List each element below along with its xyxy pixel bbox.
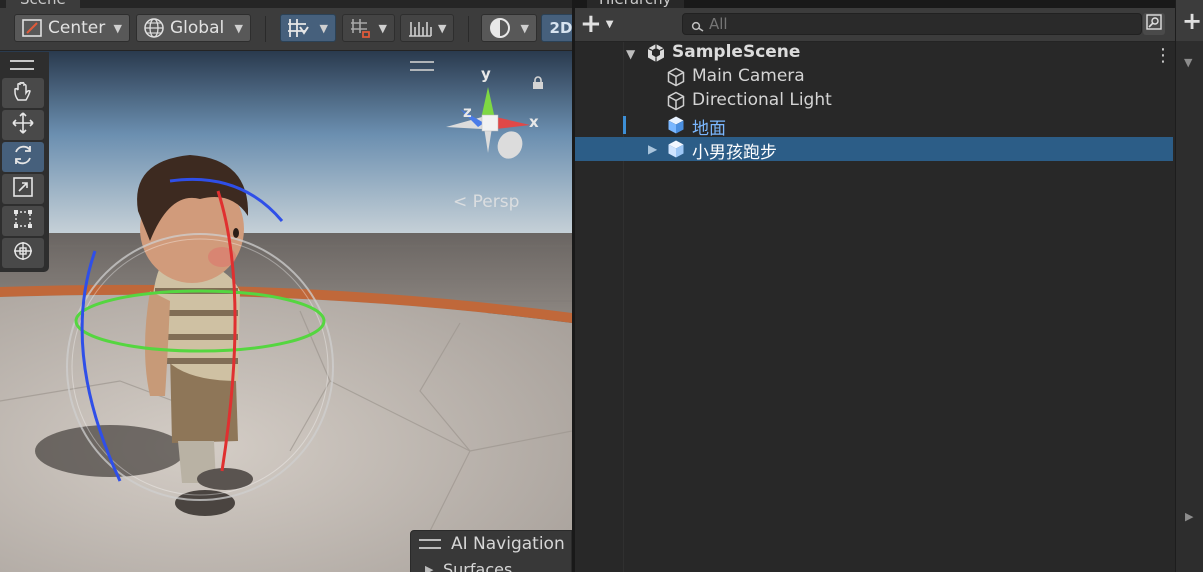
hierarchy-item-ground[interactable]: 地面 xyxy=(575,113,1175,139)
hierarchy-item-directional-light[interactable]: Directional Light xyxy=(575,89,1175,113)
chevron-right-icon[interactable]: ▶ xyxy=(648,142,657,156)
chevron-down-icon: ▼ xyxy=(113,21,122,35)
ruler-toggle[interactable]: ▼ xyxy=(400,14,454,42)
shading-sphere-icon xyxy=(488,16,512,40)
scene-name: SampleScene xyxy=(672,42,801,62)
move-icon xyxy=(11,111,35,139)
scale-icon xyxy=(12,176,34,202)
item-label: Directional Light xyxy=(692,90,832,110)
gameobject-icon xyxy=(666,67,686,87)
tool-palette xyxy=(0,52,49,272)
gameobject-icon xyxy=(666,91,686,111)
scroll-right-arrow-icon[interactable]: ▶ xyxy=(1185,510,1193,523)
ruler-icon xyxy=(407,18,433,38)
transform-tool-button[interactable] xyxy=(2,238,44,268)
hierarchy-tree: ▼ SampleScene ⋮ Main Camera Directional … xyxy=(575,41,1175,572)
tab-scene[interactable]: Scene xyxy=(6,0,80,8)
space-mode-dropdown[interactable]: Global ▼ xyxy=(136,14,251,42)
scene-row[interactable]: ▼ SampleScene ⋮ xyxy=(575,41,1175,66)
ai-navigation-overlay[interactable]: AI Navigation ▶ Surfaces xyxy=(410,530,572,572)
transform-icon xyxy=(11,239,35,267)
hand-icon xyxy=(12,80,34,106)
gizmo-axis-x: x xyxy=(529,113,539,131)
rect-icon xyxy=(12,208,34,234)
scene-toolbar: Center ▼ Global ▼ ▼ ▼ ▼ ▼ 2D xyxy=(0,8,572,51)
2d-mode-toggle[interactable]: 2D xyxy=(541,14,572,42)
gizmo-axis-y: y xyxy=(481,65,491,83)
snap-increment-icon xyxy=(349,17,373,39)
chevron-down-icon: ▼ xyxy=(234,21,243,35)
ai-navigation-title: AI Navigation xyxy=(451,534,565,554)
scene-tab-bar: Scene xyxy=(0,0,572,8)
surfaces-foldout[interactable]: Surfaces xyxy=(443,560,512,572)
strip-toolbar: + xyxy=(1176,0,1203,41)
chevron-down-icon: ▼ xyxy=(438,21,447,35)
grid-snap-icon xyxy=(286,17,310,39)
hierarchy-panel: Hierarchy + ▼ ▼ SampleScene ⋮ xyxy=(575,0,1175,572)
gizmo-axis-z: z xyxy=(463,103,472,121)
hierarchy-toolbar: + ▼ xyxy=(575,8,1175,42)
search-icon xyxy=(691,18,705,37)
lock-icon[interactable] xyxy=(532,75,544,94)
search-field[interactable] xyxy=(682,13,1142,35)
prefab-icon xyxy=(666,115,686,135)
rotate-icon xyxy=(11,143,35,171)
hand-tool-button[interactable] xyxy=(2,78,44,108)
pivot-mode-label: Center xyxy=(48,18,106,38)
hierarchy-tab-bar: Hierarchy xyxy=(575,0,1175,8)
grid-snapping-toggle[interactable]: ▼ xyxy=(280,14,336,42)
toolbar-separator xyxy=(468,16,469,42)
unity-scene-icon xyxy=(646,43,666,63)
overlay-drag-handle[interactable] xyxy=(410,61,434,71)
scroll-up-arrow-icon[interactable]: ▼ xyxy=(1184,56,1192,69)
pivot-mode-dropdown[interactable]: Center ▼ xyxy=(14,14,130,42)
kebab-menu-icon[interactable]: ⋮ xyxy=(1154,45,1172,66)
globe-icon xyxy=(143,17,165,39)
chevron-right-icon[interactable]: ▶ xyxy=(425,563,433,572)
prefab-icon xyxy=(666,139,686,159)
scene-visibility-button[interactable] xyxy=(1143,13,1165,35)
scale-tool-button[interactable] xyxy=(2,174,44,204)
pivot-icon xyxy=(21,18,43,38)
chevron-down-icon: ▼ xyxy=(605,18,614,30)
add-object-button[interactable]: + ▼ xyxy=(580,11,620,37)
chevron-down-icon: ▼ xyxy=(378,21,387,35)
draw-mode-dropdown[interactable]: ▼ xyxy=(481,14,537,42)
chevron-down-icon: ▼ xyxy=(520,21,529,35)
increment-snap-toggle[interactable]: ▼ xyxy=(342,14,395,42)
search-input[interactable] xyxy=(709,15,1109,33)
plus-icon: + xyxy=(580,9,602,39)
item-label: Main Camera xyxy=(692,66,805,86)
search-scene-icon xyxy=(1146,14,1162,34)
rotate-tool-button[interactable] xyxy=(2,142,44,172)
scene-panel: Scene Center ▼ Global ▼ ▼ xyxy=(0,0,572,572)
scene-viewport[interactable]: y x z < Persp AI Navigation ▶ Surfaces xyxy=(0,51,572,572)
drag-handle-icon[interactable] xyxy=(419,539,441,549)
chevron-down-icon[interactable]: ▼ xyxy=(626,47,635,61)
plus-icon[interactable]: + xyxy=(1182,9,1202,33)
rect-tool-button[interactable] xyxy=(2,206,44,236)
projection-toggle[interactable]: < Persp xyxy=(453,192,519,212)
modified-indicator xyxy=(623,116,626,134)
chevron-down-icon: ▼ xyxy=(319,21,328,35)
item-label: 地面 xyxy=(692,119,726,139)
move-tool-button[interactable] xyxy=(2,110,44,140)
toolbar-separator xyxy=(265,16,266,42)
inspector-collapsed-strip: + ▼ ▶ xyxy=(1175,0,1203,572)
space-mode-label: Global xyxy=(170,18,225,38)
hierarchy-item-main-camera[interactable]: Main Camera xyxy=(575,65,1175,89)
hierarchy-item-boy-running[interactable]: ▶ 小男孩跑步 xyxy=(575,137,1173,163)
tab-hierarchy[interactable]: Hierarchy xyxy=(587,0,684,8)
item-label: 小男孩跑步 xyxy=(692,143,777,163)
drag-handle-icon[interactable] xyxy=(10,60,34,70)
